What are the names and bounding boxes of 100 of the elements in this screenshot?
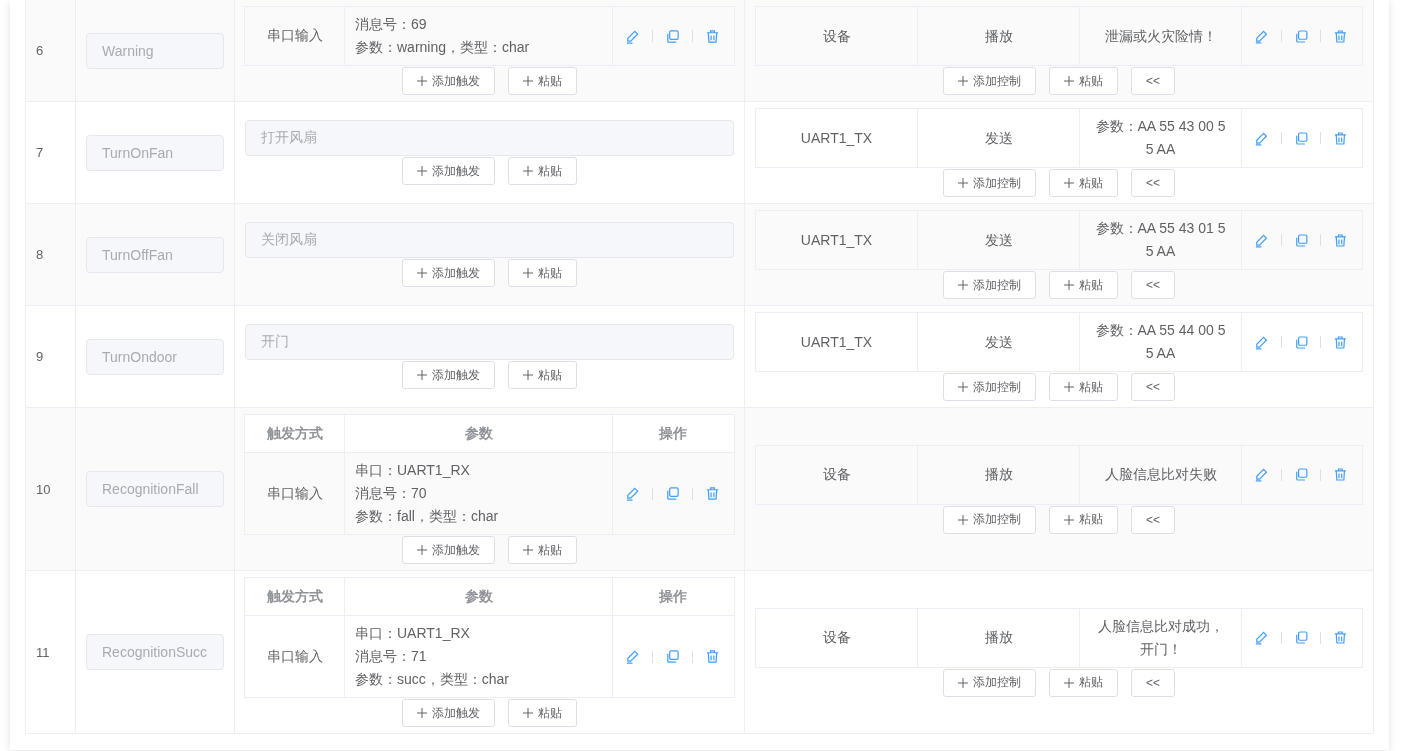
edit-icon[interactable] [1254,467,1269,482]
delete-icon[interactable] [1333,467,1348,482]
row-number: 9 [36,349,44,364]
delete-icon[interactable] [705,486,720,501]
collapse-button[interactable]: << [1131,505,1175,534]
paste-button[interactable]: 粘贴 [1049,271,1118,299]
delete-icon[interactable] [1333,232,1348,248]
paste-button[interactable]: 粘贴 [1049,505,1118,534]
trigger-method: 串口输入 [266,27,323,45]
plus-icon [958,677,968,688]
plus-icon [417,370,427,380]
device-text: 设备 [822,465,851,484]
device-text: UART1_TX [800,332,873,352]
paste-button[interactable]: 粘贴 [1049,668,1118,697]
plus-icon [958,76,968,86]
row-number: 7 [36,145,44,160]
row-number: 11 [36,644,50,660]
collapse-button[interactable]: << [1131,67,1175,95]
delete-icon[interactable] [705,28,720,44]
edit-icon[interactable] [625,486,640,501]
paste-button[interactable]: 粘贴 [1049,169,1118,197]
paste-button[interactable]: 粘贴 [508,536,577,564]
add-trigger-button[interactable]: 添加触发 [402,536,495,564]
add-control-button[interactable]: 添加控制 [943,373,1036,401]
add-control-button[interactable]: 添加控制 [943,271,1036,299]
copy-icon[interactable] [665,486,680,501]
paste-button[interactable]: 粘贴 [508,259,577,287]
action-text: 发送 [984,332,1013,352]
copy-icon[interactable] [665,649,680,664]
edit-icon[interactable] [625,28,640,44]
copy-icon[interactable] [1293,130,1309,146]
add-trigger-button[interactable]: 添加触发 [402,259,495,287]
plus-icon [1064,178,1074,188]
plus-icon [1064,514,1074,525]
add-control-button[interactable]: 添加控制 [943,169,1036,197]
add-control-button[interactable]: 添加控制 [943,67,1036,95]
collapse-button[interactable]: << [1131,169,1175,197]
plus-icon [1064,280,1074,290]
parameter-text: 串口：UART1_RX [355,461,470,480]
action-text: 发送 [984,128,1013,148]
paste-button[interactable]: 粘贴 [508,157,577,185]
copy-icon[interactable] [1293,467,1309,482]
edit-icon[interactable] [1254,232,1269,248]
plus-icon [523,166,533,176]
paste-button[interactable]: 粘贴 [508,361,577,389]
action-text: 播放 [984,465,1013,484]
edit-icon[interactable] [625,649,640,664]
copy-icon[interactable] [665,28,680,44]
action-text: 播放 [984,26,1013,46]
paste-button[interactable]: 粘贴 [1049,67,1118,95]
delete-icon[interactable] [1333,130,1348,146]
column-header: 操作 [658,424,687,443]
delete-icon[interactable] [1333,28,1348,44]
delete-icon[interactable] [705,649,720,664]
plus-icon [1064,382,1074,392]
collapse-button[interactable]: << [1131,668,1175,697]
plus-icon [958,514,968,525]
row-number: 10 [36,481,51,497]
plus-icon [958,178,968,188]
plus-icon [417,708,427,718]
add-control-button[interactable]: 添加控制 [943,668,1036,697]
copy-icon[interactable] [1293,232,1309,248]
add-trigger-button[interactable]: 添加触发 [402,361,495,389]
edit-icon[interactable] [1254,630,1269,645]
row-number: 8 [36,247,44,262]
parameter-text: 消息号：69 [355,15,427,34]
paste-button[interactable]: 粘贴 [1049,373,1118,401]
delete-icon[interactable] [1333,334,1348,350]
plus-icon [523,370,533,380]
add-trigger-button[interactable]: 添加触发 [402,67,495,95]
plus-icon [417,166,427,176]
column-header: 参数 [464,587,493,606]
plus-icon [417,268,427,278]
collapse-button[interactable]: << [1131,373,1175,401]
plus-icon [523,268,533,278]
edit-icon[interactable] [1254,28,1269,44]
plus-icon [1064,76,1074,86]
device-text: UART1_TX [800,128,873,148]
copy-icon[interactable] [1293,334,1309,350]
parameter-text: 串口：UART1_RX [355,624,470,643]
delete-icon[interactable] [1333,630,1348,645]
add-trigger-button[interactable]: 添加触发 [402,699,495,727]
edit-icon[interactable] [1254,130,1269,146]
plus-icon [958,280,968,290]
collapse-button[interactable]: << [1131,271,1175,299]
column-header: 参数 [464,424,493,443]
trigger-method: 串口输入 [266,647,323,666]
plus-icon [523,76,533,86]
add-control-button[interactable]: 添加控制 [943,505,1036,534]
copy-icon[interactable] [1293,630,1309,645]
column-header: 触发方式 [266,587,323,606]
paste-button[interactable]: 粘贴 [508,699,577,727]
plus-icon [523,545,533,555]
copy-icon[interactable] [1293,28,1309,44]
parameter-text: 人脸信息比对成功，开门！ [1096,616,1225,659]
device-text: 设备 [822,628,851,647]
edit-icon[interactable] [1254,334,1269,350]
add-trigger-button[interactable]: 添加触发 [402,157,495,185]
plus-icon [523,708,533,718]
paste-button[interactable]: 粘贴 [508,67,577,95]
